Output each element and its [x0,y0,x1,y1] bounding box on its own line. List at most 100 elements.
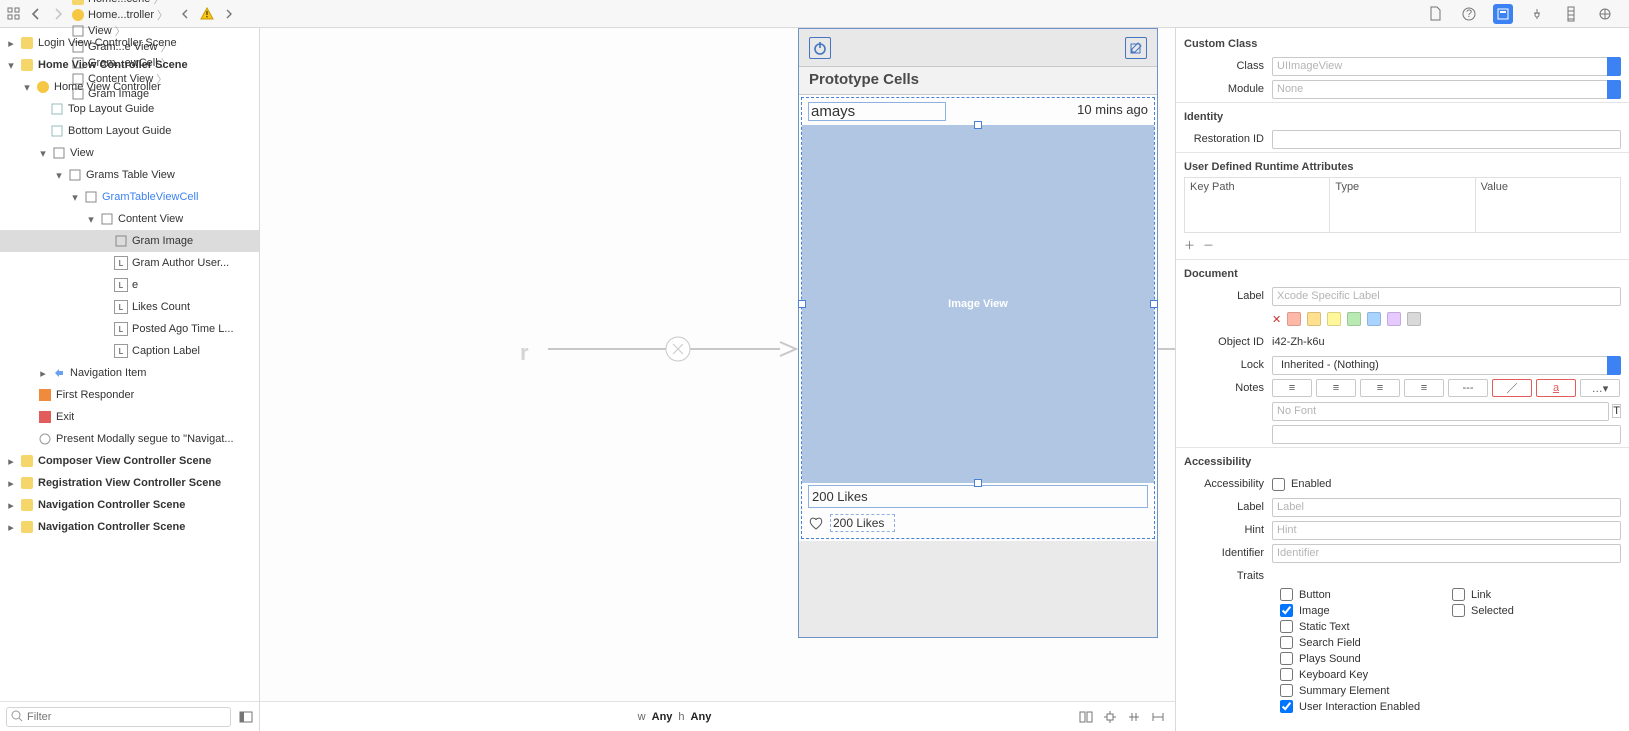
first-responder[interactable]: First Responder [0,384,259,406]
remove-attribute-button[interactable]: － [1203,237,1214,253]
trait-static-text[interactable]: Static Text [1280,620,1449,633]
exit[interactable]: Exit [0,406,259,428]
notes-align-controls[interactable]: ≡≡≡≡ ---／a…▾ [1272,379,1620,397]
prototype-cells-header: Prototype Cells [799,67,1157,95]
accessibility-header: Accessibility [1184,450,1621,472]
runtime-attributes-table[interactable]: Key Path Type Value [1184,177,1621,233]
back-icon[interactable] [26,4,46,24]
size-class-control[interactable]: wAny hAny [638,711,712,723]
clear-color-icon[interactable]: ✕ [1272,313,1281,326]
svg-text:?: ? [1466,8,1472,20]
gram-image[interactable]: Gram Image [0,230,259,252]
swatch[interactable] [1407,312,1421,326]
object-id-value: i42-Zh-k6u [1272,336,1325,348]
bottom-layout-guide[interactable]: Bottom Layout Guide [0,120,259,142]
time-label: 10 mins ago [1077,102,1148,121]
crumb-next-icon[interactable] [219,4,239,24]
trait-plays-sound[interactable]: Plays Sound [1280,652,1449,665]
swatch[interactable] [1287,312,1301,326]
trait-summary-element[interactable]: Summary Element [1280,684,1449,697]
scene-home[interactable]: ▾Home View Controller Scene [0,54,259,76]
gram-image-view[interactable]: Image View [802,125,1154,483]
module-input[interactable] [1272,80,1621,99]
lock-select[interactable]: Inherited - (Nothing) [1272,356,1621,375]
trait-search-field[interactable]: Search Field [1280,636,1449,649]
caption-label[interactable]: LCaption Label [0,340,259,362]
crumb-prev-icon[interactable] [175,4,195,24]
author-label[interactable]: amays [808,102,946,121]
identity-inspector-icon[interactable] [1493,4,1513,24]
traits-grid: Button Link Image Selected Static Text S… [1184,588,1621,713]
acc-identifier-input[interactable] [1272,544,1621,563]
font-picker-icon[interactable]: T [1612,404,1621,418]
class-input[interactable] [1272,57,1621,76]
forward-icon[interactable] [48,4,68,24]
scene-login[interactable]: ▸Login View Controller Scene [0,32,259,54]
warning-icon[interactable] [197,4,217,24]
outline-filter-input[interactable] [6,707,231,727]
trait-link[interactable]: Link [1452,588,1621,601]
top-layout-guide[interactable]: Top Layout Guide [0,98,259,120]
jump-bar: InstaParse〉InstaParse〉Main....board〉Main… [0,0,1629,28]
likes-label-2[interactable]: 200 Likes [830,514,895,532]
swatch[interactable] [1387,312,1401,326]
acc-label-input[interactable] [1272,498,1621,517]
udra-header: User Defined Runtime Attributes [1184,155,1621,177]
view[interactable]: ▾View [0,142,259,164]
prototype-cell[interactable]: amays 10 mins ago Image View 200 Likes 2… [801,97,1155,539]
posted-ago-label[interactable]: LPosted Ago Time L... [0,318,259,340]
scene-nav2[interactable]: ▸Navigation Controller Scene [0,516,259,538]
likes-count-label[interactable]: LLikes Count [0,296,259,318]
home-view-controller[interactable]: ▾Home View Controller [0,76,259,98]
scene-nav1[interactable]: ▸Navigation Controller Scene [0,494,259,516]
content-view[interactable]: ▾Content View [0,208,259,230]
notes-input[interactable] [1272,425,1621,444]
size-inspector-icon[interactable] [1561,4,1581,24]
pin-icon[interactable] [1103,711,1117,723]
crumb-5[interactable]: Home...troller〉 [70,7,173,23]
trait-button[interactable]: Button [1280,588,1449,601]
grams-table-view[interactable]: ▾Grams Table View [0,164,259,186]
swatch[interactable] [1347,312,1361,326]
swatch[interactable] [1307,312,1321,326]
power-icon[interactable] [809,37,831,59]
attributes-inspector-icon[interactable] [1527,4,1547,24]
trait-image[interactable]: Image [1280,604,1449,617]
compose-icon[interactable] [1125,37,1147,59]
document-outline: ▸Login View Controller Scene ▾Home View … [0,28,260,731]
present-modally-segue[interactable]: Present Modally segue to "Navigat... [0,428,259,450]
add-attribute-button[interactable]: ＋ [1184,237,1195,253]
swatch[interactable] [1367,312,1381,326]
scene-composer[interactable]: ▸Composer View Controller Scene [0,450,259,472]
doc-icon[interactable] [1425,4,1445,24]
gram-author-label[interactable]: LGram Author User... [0,252,259,274]
navigation-item[interactable]: ▸Navigation Item [0,362,259,384]
outline-toggle-icon[interactable] [239,711,253,723]
storyboard-canvas[interactable]: r Prototype Cells amays 10 mins ago Imag… [260,28,1175,731]
scene-registration[interactable]: ▸Registration View Controller Scene [0,472,259,494]
trait-keyboard-key[interactable]: Keyboard Key [1280,668,1449,681]
segue-arrow-right [1158,334,1175,364]
resize-icon[interactable] [1151,711,1165,723]
gram-table-view-cell[interactable]: ▾GramTableViewCell [0,186,259,208]
likes-label-1[interactable]: 200 Likes [808,485,1148,508]
search-icon [11,710,23,722]
doc-label-input[interactable] [1272,287,1621,306]
connections-inspector-icon[interactable] [1595,4,1615,24]
help-icon[interactable]: ? [1459,4,1479,24]
acc-hint-input[interactable] [1272,521,1621,540]
swatch[interactable] [1327,312,1341,326]
align-icon[interactable] [1079,711,1093,723]
restoration-id-input[interactable] [1272,130,1621,149]
color-swatches[interactable]: ✕ [1272,312,1421,326]
trait-selected[interactable]: Selected [1452,604,1621,617]
related-items-icon[interactable] [4,4,24,24]
identity-header: Identity [1184,105,1621,127]
accessibility-enabled-checkbox[interactable]: Enabled [1272,478,1331,491]
cell-rest [799,541,1157,637]
font-input[interactable] [1272,402,1609,421]
trait-user-interaction[interactable]: User Interaction Enabled [1280,700,1449,713]
e-label[interactable]: Le [0,274,259,296]
device-preview[interactable]: Prototype Cells amays 10 mins ago Image … [798,28,1158,638]
resolve-icon[interactable] [1127,711,1141,723]
